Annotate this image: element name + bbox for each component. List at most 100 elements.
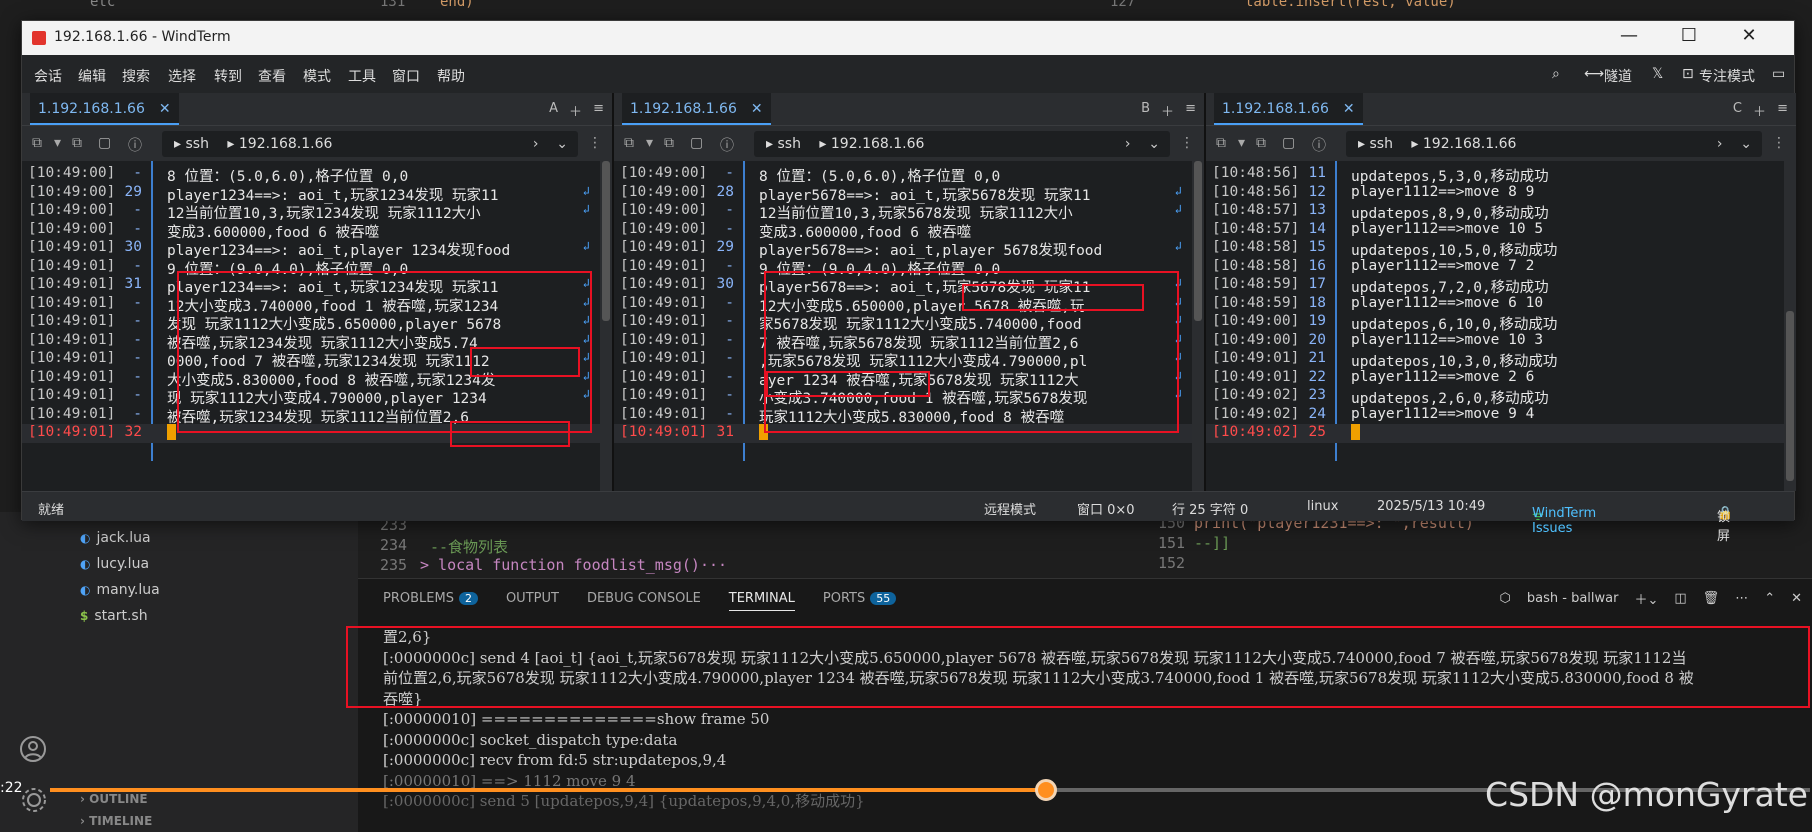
menu-session[interactable]: 会话: [34, 66, 62, 86]
session-tab[interactable]: 1.192.168.1.66 ✕: [30, 93, 179, 125]
more-icon[interactable]: ⋮: [1180, 135, 1194, 151]
file-item[interactable]: ◐ many.lua: [80, 577, 160, 603]
terminal-lines[interactable]: [10:48:56] 11 updatepos,5,3,0,移动成功 [10:4…: [1206, 161, 1796, 491]
menu-view[interactable]: 查看: [258, 66, 286, 86]
tab-problems[interactable]: PROBLEMS 2: [383, 591, 478, 611]
info-icon[interactable]: ⓘ: [128, 135, 142, 155]
trash-icon[interactable]: 🗑: [1703, 591, 1720, 606]
line-number: 13: [1308, 202, 1326, 218]
more-icon[interactable]: ⋯: [1735, 591, 1748, 606]
menu-icon[interactable]: ≡: [593, 101, 604, 116]
more-icon[interactable]: ⋮: [588, 135, 602, 151]
menu-select[interactable]: 选择: [168, 66, 196, 86]
add-icon[interactable]: ＋: [1753, 101, 1766, 120]
gear-icon[interactable]: [20, 786, 48, 814]
lua-file-icon: ◐: [80, 583, 91, 597]
more-icon[interactable]: ⋮: [1772, 135, 1786, 151]
chevron-down-icon[interactable]: ▾: [54, 135, 61, 151]
lua-file-icon: ◐: [80, 557, 91, 571]
split-terminal-icon[interactable]: ◫: [1674, 591, 1686, 606]
line-text: player1112==>move 10 5: [1351, 220, 1544, 237]
search-icon[interactable]: ⌕: [1552, 66, 1560, 82]
scrollbar-thumb[interactable]: [1194, 161, 1202, 321]
chevron-up-icon[interactable]: ⌃: [1764, 591, 1775, 606]
terminal-line: [10:49:02] 23 updatepos,2,6,0,移动成功: [1206, 387, 1796, 407]
close-icon[interactable]: ✕: [1791, 591, 1802, 606]
tab-output[interactable]: OUTPUT: [506, 591, 559, 611]
menu-icon[interactable]: ≡: [1185, 101, 1196, 116]
chevron-right-icon[interactable]: › ⌄: [533, 131, 568, 157]
menu-icon[interactable]: ≡: [1777, 101, 1788, 116]
copy-icon[interactable]: ▢: [98, 135, 111, 151]
session-tab[interactable]: 1.192.168.1.66 ✕: [622, 93, 771, 125]
menu-mode[interactable]: 模式: [303, 66, 331, 86]
editor-code-line[interactable]: > local function foodlist_msg()···: [420, 556, 727, 574]
duplicate-icon[interactable]: ⧉: [1256, 135, 1266, 151]
add-terminal-button[interactable]: ＋⌄: [1634, 589, 1658, 608]
status-mode[interactable]: 远程模式: [984, 499, 1036, 518]
info-icon[interactable]: ⓘ: [720, 135, 734, 155]
address-bar[interactable]: ▸ ssh ▸ 192.168.1.66 › ⌄: [754, 131, 1170, 157]
minimize-button[interactable]: —: [1614, 25, 1644, 46]
session-tab[interactable]: 1.192.168.1.66 ✕: [1214, 93, 1363, 125]
scrollbar[interactable]: [1192, 161, 1204, 491]
scrollbar[interactable]: [600, 161, 612, 491]
new-session-icon[interactable]: ⧉: [1216, 135, 1226, 151]
chevron-right-icon[interactable]: › ⌄: [1125, 131, 1160, 157]
scrollbar-thumb[interactable]: [602, 161, 610, 321]
close-icon[interactable]: ✕: [159, 101, 171, 117]
duplicate-icon[interactable]: ⧉: [72, 135, 82, 151]
x-icon[interactable]: 𝕏: [1652, 66, 1663, 82]
address-bar[interactable]: ▸ ssh ▸ 192.168.1.66 › ⌄: [162, 131, 578, 157]
copy-icon[interactable]: ▢: [690, 135, 703, 151]
status-window[interactable]: 窗口 0×0: [1077, 499, 1135, 518]
chevron-down-icon[interactable]: ▾: [646, 135, 653, 151]
file-item[interactable]: $ start.sh: [80, 603, 148, 629]
scrollbar[interactable]: [1784, 161, 1796, 491]
tab-debug-console[interactable]: DEBUG CONSOLE: [587, 591, 701, 611]
timeline-section[interactable]: › TIMELINE: [80, 814, 152, 828]
menu-window[interactable]: 窗口: [392, 66, 420, 86]
terminal-pane-b[interactable]: 1.192.168.1.66 ✕ B ＋ ≡ ⧉ ▾ ⧉ ▢ ⓘ ▸ ssh ▸ …: [614, 93, 1204, 491]
focus-mode-label[interactable]: 专注模式: [1699, 66, 1755, 86]
duplicate-icon[interactable]: ⧉: [664, 135, 674, 151]
info-icon[interactable]: ⓘ: [1312, 135, 1326, 155]
pane-splitter[interactable]: [612, 93, 614, 491]
layout-icon[interactable]: ▭: [1772, 66, 1785, 82]
terminal-pane-a[interactable]: 1.192.168.1.66 ✕ A ＋ ≡ ⧉ ▾ ⧉ ▢ ⓘ ▸ ssh ▸ …: [22, 93, 612, 491]
terminal-name[interactable]: bash - ballwar: [1527, 591, 1619, 606]
chevron-down-icon[interactable]: ▾: [1238, 135, 1245, 151]
maximize-button[interactable]: ☐: [1674, 25, 1704, 46]
menu-goto[interactable]: 转到: [214, 66, 242, 86]
tab-terminal[interactable]: TERMINAL: [728, 591, 795, 611]
new-session-icon[interactable]: ⧉: [32, 135, 42, 151]
pane-splitter[interactable]: [1204, 93, 1206, 491]
terminal-pane-c[interactable]: 1.192.168.1.66 ✕ C ＋ ≡ ⧉ ▾ ⧉ ▢ ⓘ ▸ ssh ▸ …: [1206, 93, 1796, 491]
close-icon[interactable]: ✕: [751, 101, 763, 117]
focus-icon[interactable]: ⊡: [1682, 66, 1694, 82]
new-session-icon[interactable]: ⧉: [624, 135, 634, 151]
outline-section[interactable]: › OUTLINE: [80, 792, 148, 806]
chevron-right-icon[interactable]: › ⌄: [1717, 131, 1752, 157]
menu-edit[interactable]: 编辑: [78, 66, 106, 86]
scrollbar-thumb[interactable]: [1786, 311, 1794, 481]
add-icon[interactable]: ＋: [1161, 101, 1174, 120]
account-icon[interactable]: [18, 734, 48, 764]
menu-tools[interactable]: 工具: [348, 66, 376, 86]
terminal-line: [10:49:02] 24 player1112==>move 9 4: [1206, 406, 1796, 425]
tunnel-label[interactable]: 隧道: [1604, 66, 1632, 86]
address-bar[interactable]: ▸ ssh ▸ 192.168.1.66 › ⌄: [1346, 131, 1762, 157]
video-progress-knob[interactable]: [1035, 779, 1058, 801]
add-icon[interactable]: ＋: [569, 101, 582, 120]
tab-ports[interactable]: PORTS 55: [823, 591, 897, 611]
copy-icon[interactable]: ▢: [1282, 135, 1295, 151]
menu-help[interactable]: 帮助: [437, 66, 465, 86]
close-button[interactable]: ✕: [1734, 25, 1764, 46]
menu-search[interactable]: 搜索: [122, 66, 150, 86]
tunnel-icon[interactable]: ⟷: [1584, 66, 1604, 82]
close-icon[interactable]: ✕: [1343, 101, 1355, 117]
file-item[interactable]: ◐ lucy.lua: [80, 551, 149, 577]
status-position[interactable]: 行 25 字符 0: [1172, 499, 1248, 518]
file-item[interactable]: ◐ jack.lua: [80, 525, 151, 551]
file-name: start.sh: [94, 608, 148, 624]
